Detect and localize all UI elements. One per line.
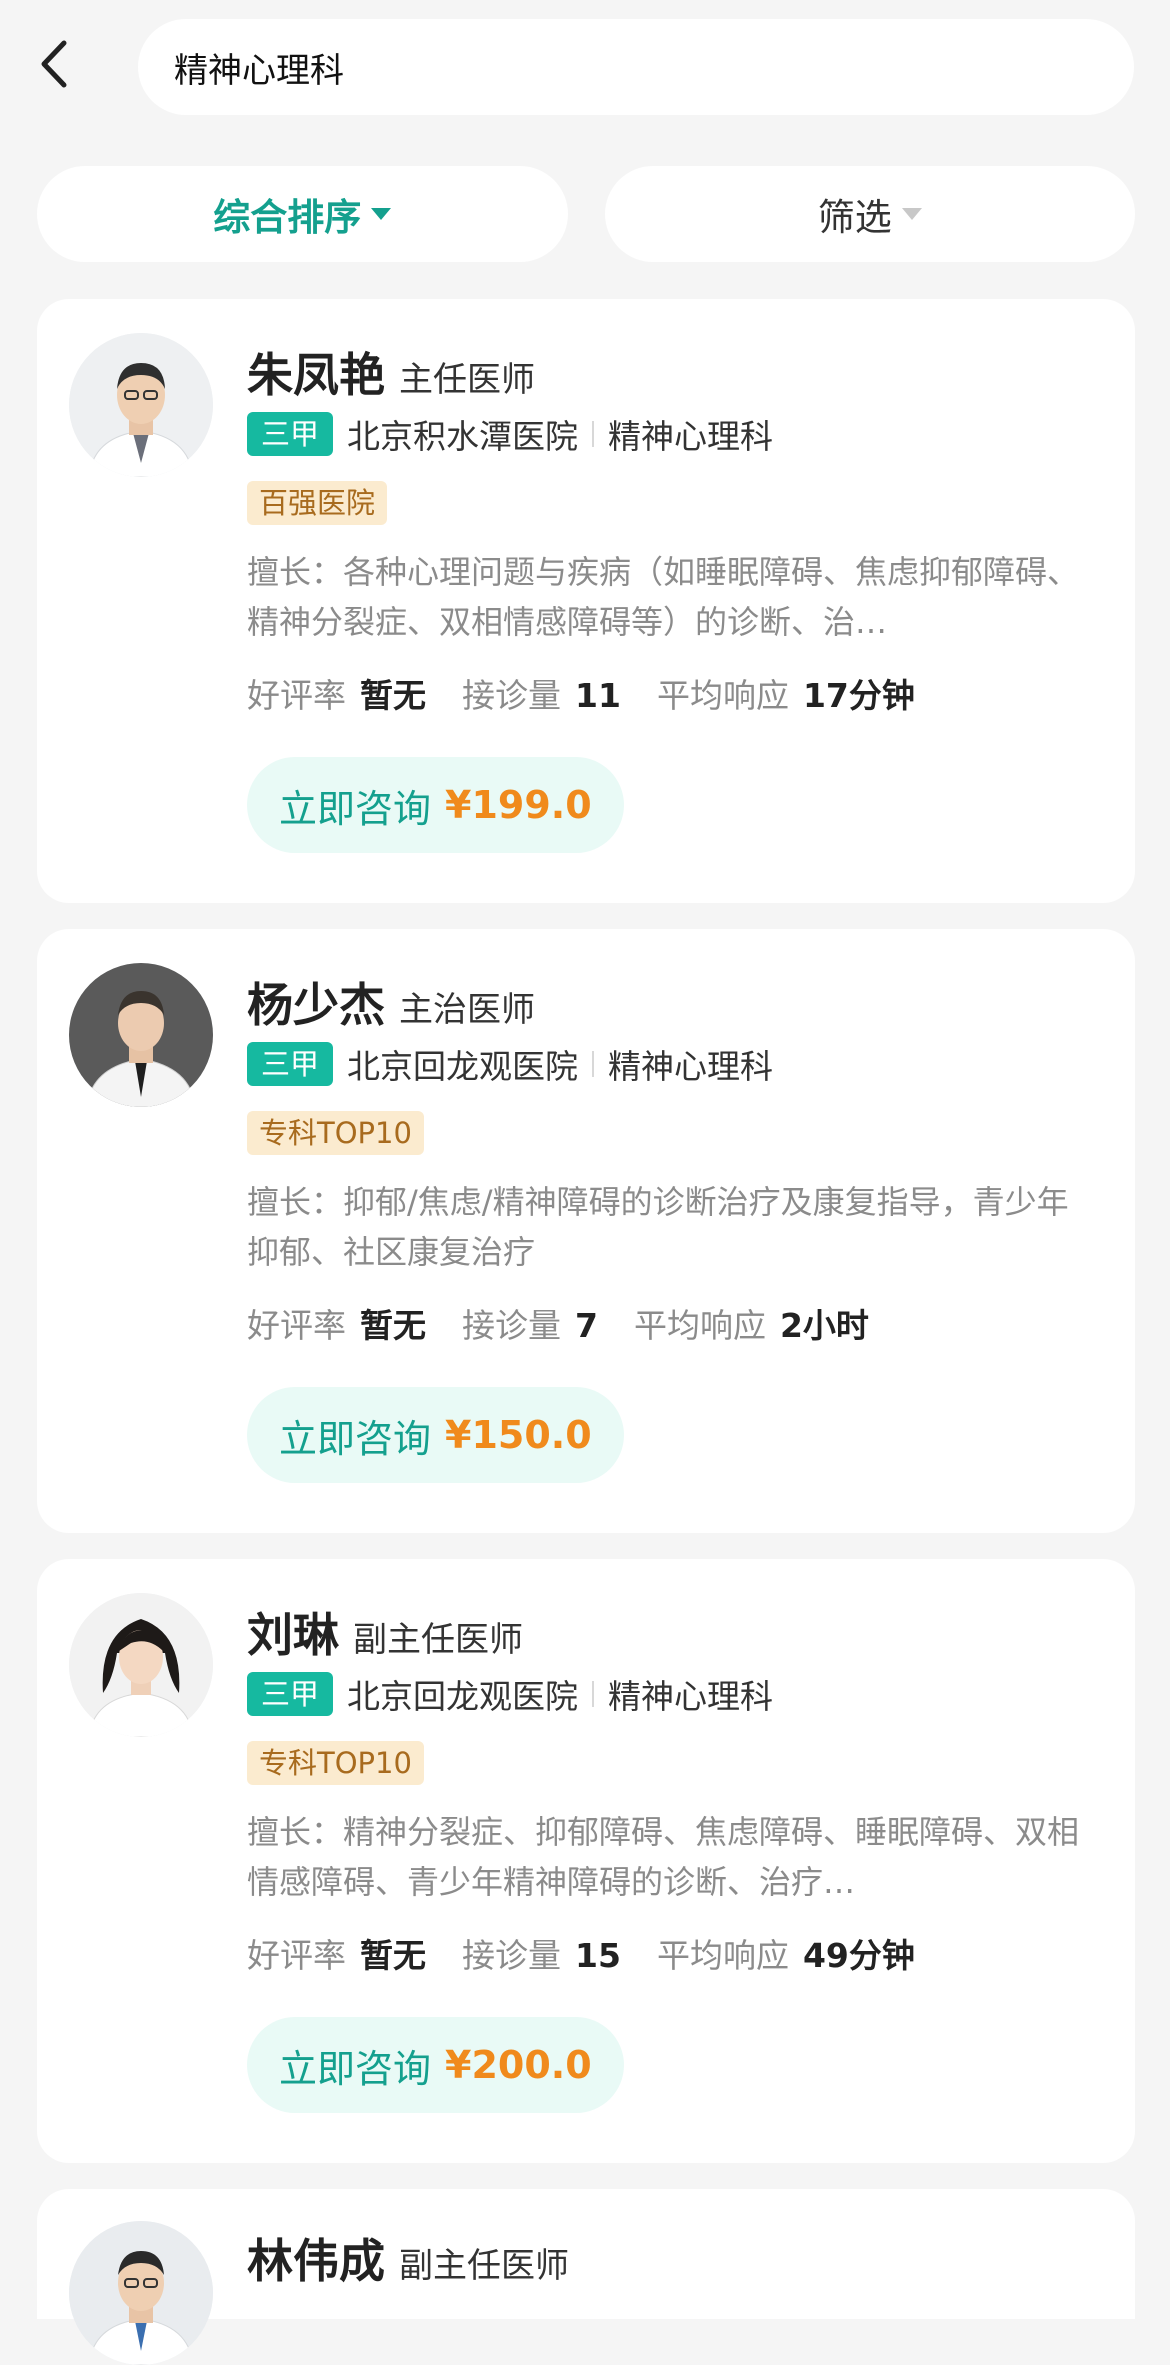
- visits-value: 11: [575, 676, 621, 715]
- sort-dropdown[interactable]: 综合排序: [37, 166, 568, 262]
- caret-down-icon: [901, 208, 922, 220]
- doctor-photo-male-icon: [69, 963, 213, 1107]
- visits-label: 接诊量: [462, 1306, 561, 1345]
- consult-price: ¥200.0: [445, 2043, 592, 2087]
- consult-price: ¥199.0: [445, 783, 592, 827]
- doctor-name: 林伟成: [247, 2234, 385, 2288]
- response-label: 平均响应: [656, 676, 789, 715]
- rating-value: 暂无: [360, 676, 426, 715]
- department-name: 精神心理科: [608, 1047, 774, 1086]
- back-button[interactable]: [32, 36, 76, 92]
- doctor-stats: 好评率 暂无 接诊量 11 平均响应 17分钟: [247, 669, 1085, 719]
- doctor-card[interactable]: 林伟成 副主任医师: [37, 2189, 1135, 2365]
- doctor-avatar: [69, 333, 213, 477]
- hospital-grade-badge: 三甲: [247, 1042, 334, 1086]
- response-value: 2小时: [779, 1306, 869, 1345]
- consult-button[interactable]: 立即咨询 ¥150.0: [247, 1387, 624, 1483]
- doctor-stats: 好评率 暂无 接诊量 15 平均响应 49分钟: [247, 1929, 1085, 1979]
- hospital-name: 北京回龙观医院: [347, 1047, 579, 1086]
- rating-label: 好评率: [247, 1936, 346, 1975]
- department-name: 精神心理科: [608, 417, 774, 456]
- consult-label: 立即咨询: [279, 1416, 432, 1461]
- doctor-avatar: [69, 1593, 213, 1737]
- hospital-grade-badge: 三甲: [247, 412, 334, 456]
- response-value: 49分钟: [802, 1936, 915, 1975]
- filter-label: 筛选: [817, 196, 892, 239]
- doctor-specialty: 擅长：精神分裂症、抑郁障碍、焦虑障碍、睡眠障碍、双相情感障碍、青少年精神障碍的诊…: [247, 1813, 1080, 1901]
- top-bar: 精神心理科: [0, 0, 1170, 140]
- doctor-card[interactable]: 杨少杰 主治医师 三甲 北京回龙观医院 精神心理科 专科TOP10 擅长：抑郁/…: [37, 929, 1135, 1533]
- response-label: 平均响应: [633, 1306, 766, 1345]
- department-name: 精神心理科: [608, 1677, 774, 1716]
- rating-value: 暂无: [360, 1306, 426, 1345]
- divider: [592, 1051, 595, 1077]
- honor-tag: 百强医院: [247, 481, 388, 525]
- honor-tag: 专科TOP10: [247, 1111, 424, 1155]
- consult-button[interactable]: 立即咨询 ¥200.0: [247, 2017, 624, 2113]
- consult-label: 立即咨询: [279, 2046, 432, 2091]
- doctor-name: 杨少杰: [247, 978, 385, 1032]
- doctor-specialty: 擅长：各种心理问题与疾病（如睡眠障碍、焦虑抑郁障碍、精神分裂症、双相情感障碍等）…: [247, 553, 1080, 641]
- divider: [592, 1681, 595, 1707]
- search-input[interactable]: 精神心理科: [138, 19, 1134, 115]
- visits-label: 接诊量: [462, 676, 561, 715]
- sort-label: 综合排序: [213, 196, 362, 239]
- hospital-grade-badge: 三甲: [247, 1672, 334, 1716]
- doctor-title: 副主任医师: [353, 1620, 523, 1660]
- doctor-photo-female-icon: [69, 1593, 213, 1737]
- doctor-avatar: [69, 2221, 213, 2365]
- doctor-stats: 好评率 暂无 接诊量 7 平均响应 2小时: [247, 1299, 1085, 1349]
- doctor-photo-male-icon: [69, 2221, 213, 2365]
- doctor-card[interactable]: 朱凤艳 主任医师 三甲 北京积水潭医院 精神心理科 百强医院 擅长：各种心理问题…: [37, 299, 1135, 903]
- doctor-name: 刘琳: [247, 1608, 339, 1662]
- divider: [592, 421, 595, 447]
- chevron-left-icon: [41, 40, 67, 88]
- doctor-avatar: [69, 963, 213, 1107]
- rating-value: 暂无: [360, 1936, 426, 1975]
- rating-label: 好评率: [247, 676, 346, 715]
- honor-tag: 专科TOP10: [247, 1741, 424, 1785]
- consult-label: 立即咨询: [279, 786, 432, 831]
- visits-label: 接诊量: [462, 1936, 561, 1975]
- doctor-photo-male-icon: [69, 333, 213, 477]
- doctor-card[interactable]: 刘琳 副主任医师 三甲 北京回龙观医院 精神心理科 专科TOP10 擅长：精神分…: [37, 1559, 1135, 2163]
- doctor-title: 主治医师: [399, 990, 535, 1030]
- doctor-name: 朱凤艳: [247, 348, 385, 402]
- filter-bar: 综合排序 筛选: [37, 166, 1135, 262]
- consult-price: ¥150.0: [445, 1413, 592, 1457]
- filter-dropdown[interactable]: 筛选: [604, 166, 1135, 262]
- response-label: 平均响应: [656, 1936, 789, 1975]
- doctor-specialty: 擅长：抑郁/焦虑/精神障碍的诊断治疗及康复指导，青少年抑郁、社区康复治疗: [247, 1183, 1069, 1271]
- consult-button[interactable]: 立即咨询 ¥199.0: [247, 757, 624, 853]
- caret-down-icon: [371, 208, 392, 220]
- response-value: 17分钟: [802, 676, 915, 715]
- hospital-name: 北京回龙观医院: [347, 1677, 579, 1716]
- rating-label: 好评率: [247, 1306, 346, 1345]
- hospital-name: 北京积水潭医院: [347, 417, 579, 456]
- visits-value: 15: [575, 1936, 621, 1975]
- search-query: 精神心理科: [174, 50, 344, 91]
- doctor-title: 副主任医师: [399, 2246, 569, 2286]
- doctor-title: 主任医师: [399, 360, 535, 400]
- visits-value: 7: [575, 1306, 598, 1345]
